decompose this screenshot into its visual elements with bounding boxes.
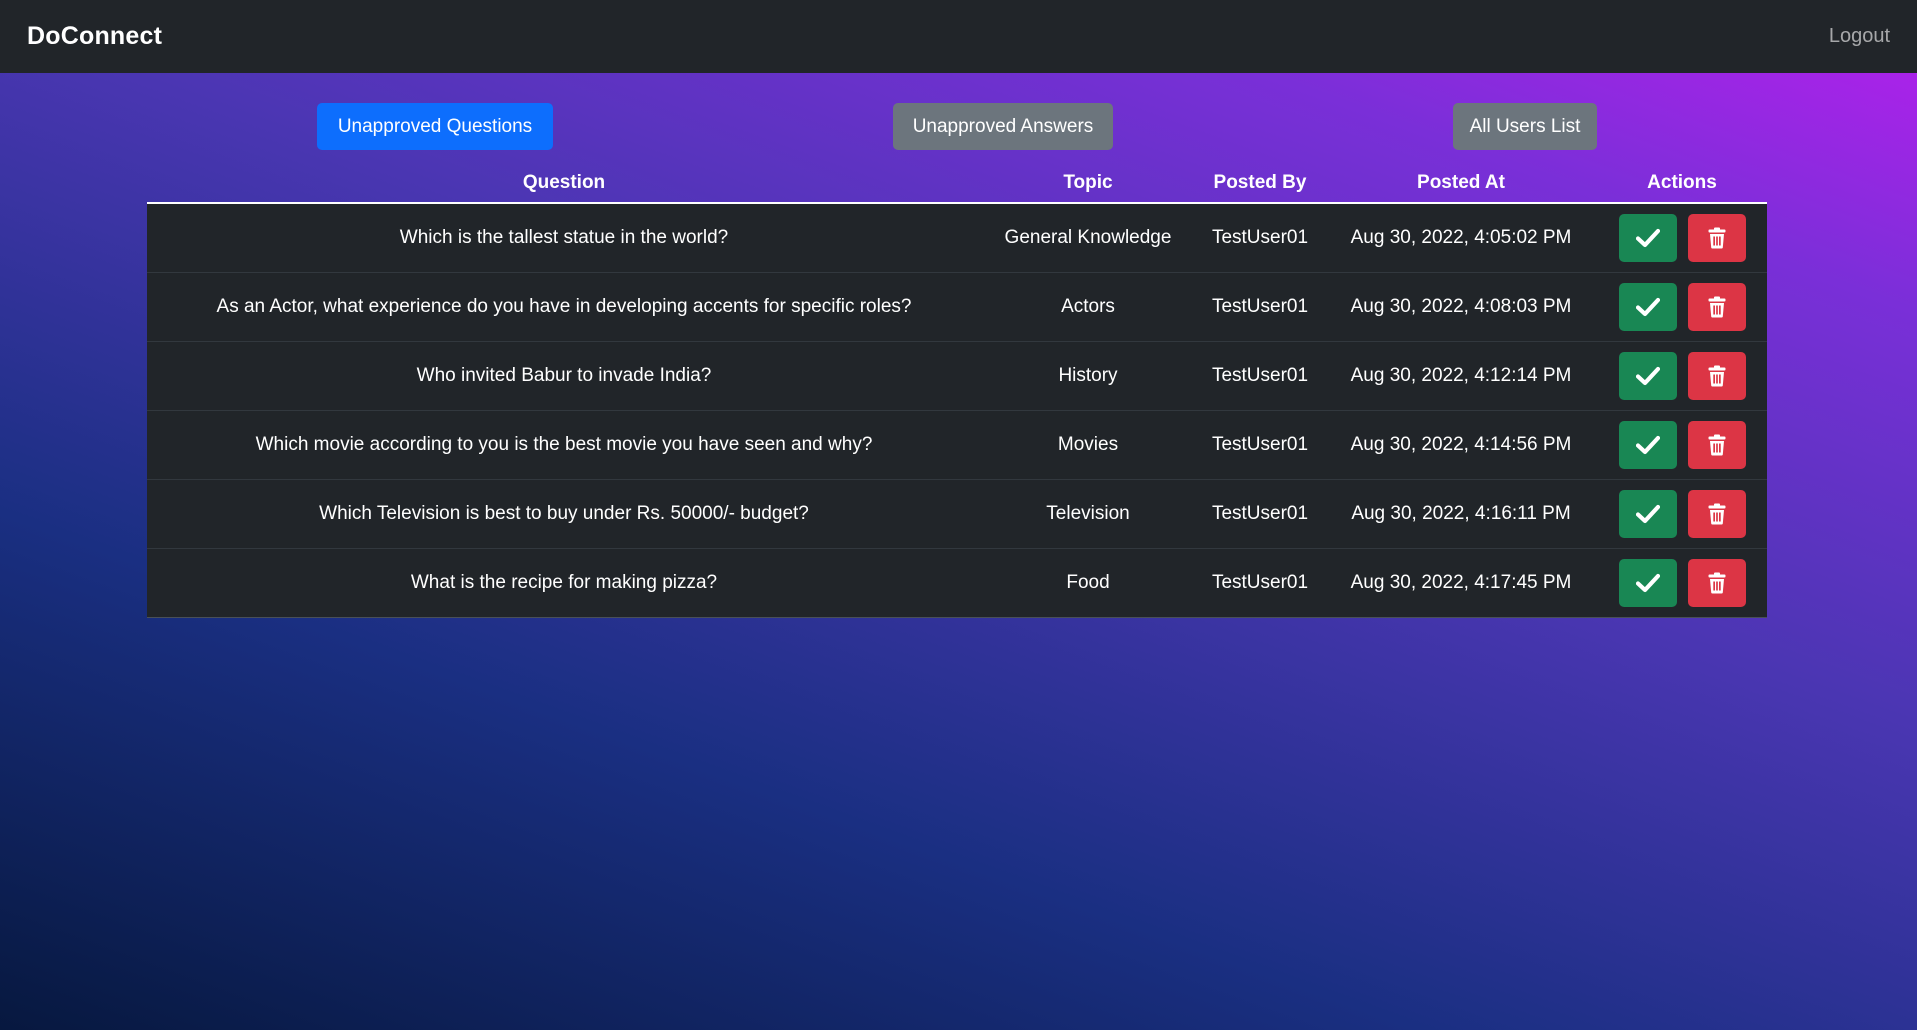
row-actions: [1597, 489, 1767, 538]
delete-button[interactable]: [1687, 213, 1746, 262]
question-cell: Which is the tallest statue in the world…: [399, 226, 729, 248]
posted-by-cell: TestUser01: [1195, 271, 1325, 341]
question-cell: What is the recipe for making pizza?: [147, 547, 981, 618]
navbar: DoConnect Logout: [0, 0, 1917, 73]
approve-button[interactable]: [1618, 489, 1677, 538]
table-row: Which is the tallest statue in the world…: [147, 203, 1767, 272]
trash-icon: [1708, 572, 1726, 594]
approve-button[interactable]: [1618, 282, 1677, 331]
topic-cell: Actors: [981, 271, 1195, 341]
column-header-actions: Actions: [1597, 164, 1767, 204]
column-header-topic: Topic: [981, 164, 1195, 204]
question-cell: As an Actor, what experience do you have…: [147, 271, 981, 341]
actions-cell: [1597, 271, 1767, 341]
row-actions: [1597, 282, 1767, 331]
check-icon: [1635, 297, 1660, 317]
trash-icon: [1708, 434, 1726, 456]
check-icon: [1635, 366, 1660, 386]
table-row: Which Television is best to buy under Rs…: [147, 478, 1767, 548]
logout-link[interactable]: Logout: [1829, 25, 1890, 48]
table-header-row: Question Topic Posted By Posted At Actio…: [147, 164, 1767, 204]
question-cell: Which movie according to you is the best…: [147, 409, 981, 479]
check-icon: [1635, 435, 1660, 455]
approve-button[interactable]: [1618, 351, 1677, 400]
check-icon: [1635, 504, 1660, 524]
brand-logo[interactable]: DoConnect: [27, 22, 162, 51]
posted-by-cell: TestUser01: [1195, 340, 1325, 410]
column-header-posted-by: Posted By: [1195, 164, 1325, 204]
check-icon: [1635, 228, 1660, 248]
actions-cell: [1597, 409, 1767, 479]
posted-by-cell: TestUser01: [1211, 226, 1309, 248]
posted-by-cell: TestUser01: [1195, 478, 1325, 548]
check-icon: [1635, 573, 1660, 593]
posted-at-cell: Aug 30, 2022, 4:08:03 PM: [1325, 271, 1597, 341]
approve-button[interactable]: [1618, 558, 1677, 607]
topic-cell: Food: [981, 547, 1195, 618]
delete-button[interactable]: [1687, 351, 1746, 400]
trash-icon: [1708, 227, 1726, 249]
all-users-list-button[interactable]: All Users List: [1453, 103, 1597, 150]
table-row: As an Actor, what experience do you have…: [147, 271, 1767, 341]
posted-at-cell: Aug 30, 2022, 4:16:11 PM: [1325, 478, 1597, 548]
trash-icon: [1708, 365, 1726, 387]
posted-at-cell: Aug 30, 2022, 4:14:56 PM: [1325, 409, 1597, 479]
unapproved-answers-button[interactable]: Unapproved Answers: [893, 103, 1113, 150]
posted-by-cell: TestUser01: [1195, 547, 1325, 618]
actions-cell: [1597, 203, 1767, 272]
table-row: Who invited Babur to invade India? Histor…: [147, 340, 1767, 410]
unapproved-questions-button[interactable]: Unapproved Questions: [317, 103, 553, 150]
posted-at-cell: Aug 30, 2022, 4:12:14 PM: [1325, 340, 1597, 410]
delete-button[interactable]: [1687, 282, 1746, 331]
actions-cell: [1597, 478, 1767, 548]
unapproved-questions-table: Question Topic Posted By Posted At Actio…: [147, 164, 1767, 618]
trash-icon: [1708, 503, 1726, 525]
delete-button[interactable]: [1687, 558, 1746, 607]
posted-at-cell: Aug 30, 2022, 4:05:02 PM: [1350, 226, 1572, 248]
column-header-question: Question: [147, 164, 981, 204]
posted-by-cell: TestUser01: [1195, 409, 1325, 479]
topic-cell: History: [981, 340, 1195, 410]
delete-button[interactable]: [1687, 420, 1746, 469]
row-actions: [1597, 351, 1767, 400]
column-header-posted-at: Posted At: [1325, 164, 1597, 204]
topic-cell: General Knowledge: [1004, 226, 1172, 248]
question-cell: Which Television is best to buy under Rs…: [147, 478, 981, 548]
posted-at-cell: Aug 30, 2022, 4:17:45 PM: [1325, 547, 1597, 618]
questions-table-container: Question Topic Posted By Posted At Actio…: [147, 164, 1767, 618]
topic-cell: Movies: [981, 409, 1195, 479]
row-actions: [1597, 213, 1767, 262]
topic-cell: Television: [981, 478, 1195, 548]
approve-button[interactable]: [1618, 213, 1677, 262]
table-row: What is the recipe for making pizza? Food…: [147, 547, 1767, 618]
actions-cell: [1597, 547, 1767, 618]
table-row: Which movie according to you is the best…: [147, 409, 1767, 479]
approve-button[interactable]: [1618, 420, 1677, 469]
trash-icon: [1708, 296, 1726, 318]
actions-cell: [1597, 340, 1767, 410]
row-actions: [1597, 420, 1767, 469]
delete-button[interactable]: [1687, 489, 1746, 538]
row-actions: [1597, 558, 1767, 607]
question-cell: Who invited Babur to invade India?: [147, 340, 981, 410]
